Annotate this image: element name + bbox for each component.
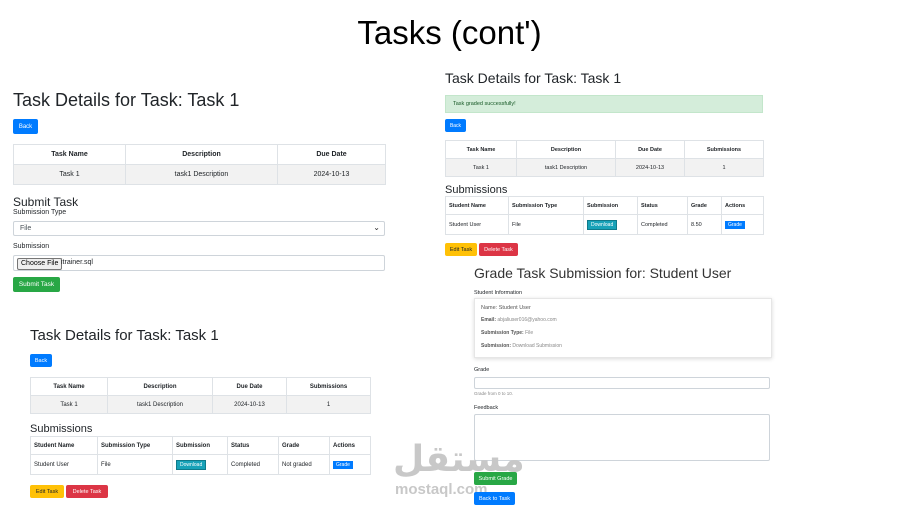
download-button[interactable]: Download [587,219,618,230]
table-cell: Task 1 [13,164,126,185]
table-cell: 1 [286,395,371,414]
table-cell: task1 Description [125,164,278,185]
grade-button[interactable]: Grade [333,460,353,469]
submission-type-label: Submission Type [13,209,67,216]
feedback-label: Feedback [474,405,499,411]
table-cell: Task 1 [30,395,108,414]
table-header: Actions [329,436,371,455]
table-header: Student Name [30,436,98,455]
grade-label: Grade [474,367,490,373]
submission-label: Submission: [481,343,512,349]
table-header: Status [637,196,688,215]
submission-status: Completed [227,454,279,475]
success-alert: Task graded successfully! [445,95,763,113]
delete-task-button[interactable]: Delete Task [66,485,108,498]
chevron-down-icon: ⌄ [373,223,380,232]
table-cell: Task 1 [445,158,517,177]
submission-type-value: File [525,330,534,336]
edit-task-button[interactable]: Edit Task [445,243,477,256]
table-header: Due Date [212,377,287,396]
submission-status: Completed [637,214,688,235]
table-header: Description [125,144,278,165]
grade-input[interactable] [474,377,770,389]
table-cell: 2024-10-13 [212,395,287,414]
student-name: Student User [30,454,98,475]
table-header: Submissions [684,140,764,159]
table-header: Grade [687,196,722,215]
panel1-back-button[interactable]: Back [13,119,38,134]
table-cell: 2024-10-13 [615,158,685,177]
table-row: Task 1 task1 Description 2024-10-13 1 [30,395,371,414]
panel3-title: Task Details for Task: Task 1 [445,70,622,86]
student-info-heading: Student Information [474,290,523,296]
panel2-back-button[interactable]: Back [30,354,52,367]
table-cell: task1 Description [107,395,213,414]
email-value: abjaliuser016@yahoo.com [497,317,557,323]
table-cell: 2024-10-13 [277,164,386,185]
grade-button[interactable]: Grade [725,220,745,229]
submission-type-value: File [20,225,32,232]
submission-label: Submission [13,243,50,250]
table-header: Actions [721,196,764,215]
download-submission-link[interactable]: Download Submission [512,343,561,349]
table-header: Description [107,377,213,396]
panel3-submissions-heading: Submissions [445,184,508,196]
table-cell: 1 [684,158,764,177]
slide-title: Tasks (cont') [357,14,542,51]
panel4-title: Grade Task Submission for: Student User [474,265,732,281]
panel1-title: Task Details for Task: Task 1 [13,90,240,110]
edit-task-button[interactable]: Edit Task [30,485,64,498]
panel2-submissions-table: Student Name Submission Type Submission … [30,436,371,475]
table-header: Task Name [30,377,108,396]
submission-type-label: Submission Type: [481,330,524,336]
panel3-back-button[interactable]: Back [445,119,466,132]
table-row: Task 1 task1 Description 2024-10-13 [13,164,386,185]
panel1-task-table: Task Name Description Due Date Task 1 ta… [13,144,386,185]
panel3-task-table: Task Name Description Due Date Submissio… [445,140,764,177]
submit-task-button[interactable]: Submit Task [13,277,60,292]
submit-task-heading: Submit Task [13,195,79,209]
table-header: Submission Type [508,196,584,215]
choose-file-button[interactable]: Choose File [17,258,63,270]
table-header: Due Date [277,144,386,165]
student-name: Student User [445,214,509,235]
table-row: Student User File Download Completed 8.5… [445,214,764,235]
table-header: Due Date [615,140,685,159]
table-header: Submission [172,436,228,455]
back-to-task-button[interactable]: Back to Task [474,492,515,505]
submission-type: File [508,214,584,235]
file-name: itrainer.sql [61,259,93,266]
table-header: Description [516,140,616,159]
submission-type-line: Submission Type: File [481,330,533,336]
panel2-title: Task Details for Task: Task 1 [30,327,219,344]
panel3-submissions-table: Student Name Submission Type Submission … [445,196,764,235]
table-header: Submissions [286,377,371,396]
table-header: Submission Type [97,436,173,455]
email-line: Email: abjaliuser016@yahoo.com [481,317,557,323]
table-row: Student User File Download Completed Not… [30,454,371,475]
email-label: Email: [481,317,497,323]
grade-hint: Grade from 0 to 10. [474,391,514,396]
submission-grade: Not graded [278,454,330,475]
panel2-task-table: Task Name Description Due Date Submissio… [30,377,371,414]
table-header: Task Name [13,144,126,165]
submission-file-field: Choose File itrainer.sql [13,255,385,271]
table-header: Student Name [445,196,509,215]
panel2-submissions-heading: Submissions [30,423,93,435]
table-row: Task 1 task1 Description 2024-10-13 1 [445,158,764,177]
submit-grade-button[interactable]: Submit Grade [474,472,517,485]
table-header: Status [227,436,279,455]
table-header: Submission [583,196,638,215]
submission-line: Submission: Download Submission [481,343,562,349]
student-name-line: Name: Student User [481,305,531,311]
submission-type-select[interactable]: File ⌄ [13,221,385,236]
download-button[interactable]: Download [176,459,207,470]
submission-type: File [97,454,173,475]
submission-grade: 8.50 [687,214,722,235]
student-info-card: Name: Student User Email: abjaliuser016@… [474,298,772,358]
table-header: Task Name [445,140,517,159]
delete-task-button[interactable]: Delete Task [479,243,518,256]
table-header: Grade [278,436,330,455]
table-cell: task1 Description [516,158,616,177]
